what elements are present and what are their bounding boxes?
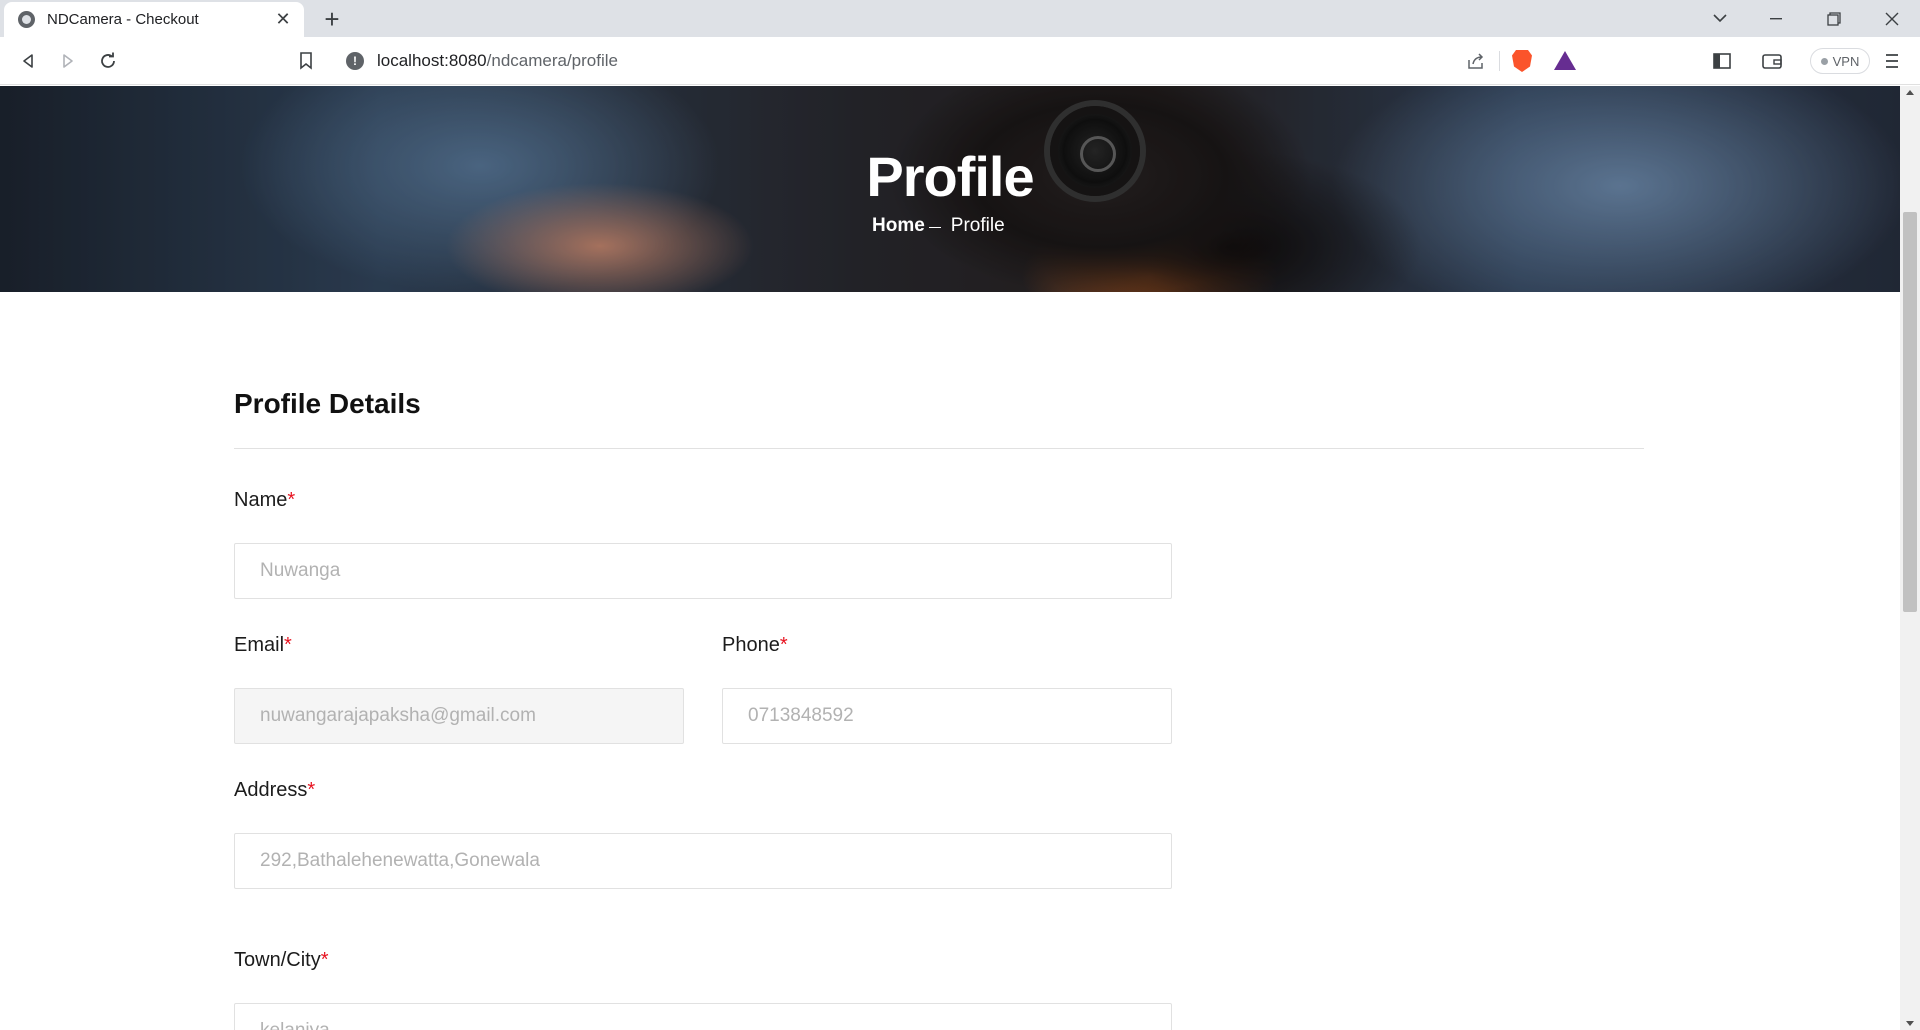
breadcrumb-separator: [928, 226, 941, 228]
required-marker: *: [284, 634, 292, 656]
name-label: Name*: [234, 489, 296, 511]
tab-search-icon[interactable]: [1692, 0, 1748, 37]
required-marker: *: [320, 949, 329, 971]
hero-banner: Profile Home Profile: [0, 86, 1900, 292]
address-label: Address*: [234, 779, 316, 801]
browser-tab-bar: NDCamera - Checkout ✕ +: [0, 0, 1920, 37]
phone-input[interactable]: [722, 688, 1172, 744]
vpn-label: VPN: [1832, 53, 1860, 69]
breadcrumb: Home Profile: [872, 215, 1005, 237]
new-tab-button[interactable]: +: [318, 5, 346, 33]
town-input[interactable]: [234, 1003, 1172, 1030]
site-info-icon[interactable]: !: [346, 52, 364, 70]
section-divider: [234, 448, 1644, 449]
tab-title: NDCamera - Checkout: [47, 11, 199, 28]
browser-tab[interactable]: NDCamera - Checkout ✕: [4, 2, 304, 37]
phone-label: Phone*: [722, 634, 788, 656]
vpn-button[interactable]: VPN: [1810, 48, 1870, 74]
toolbar-separator: [1499, 51, 1500, 71]
page-title: Profile: [866, 145, 1034, 208]
brave-rewards-icon[interactable]: [1554, 51, 1576, 70]
address-input[interactable]: [234, 833, 1172, 889]
close-window-button[interactable]: [1864, 0, 1920, 37]
town-label: Town/City*: [234, 949, 329, 971]
page-viewport: Profile Home Profile Profile Details Nam…: [0, 86, 1900, 1030]
breadcrumb-home-link[interactable]: Home: [872, 215, 925, 237]
share-icon[interactable]: [1466, 51, 1486, 71]
scrollbar-thumb[interactable]: [1903, 212, 1917, 612]
globe-icon: [18, 11, 35, 28]
brave-shields-icon[interactable]: [1512, 50, 1532, 72]
url-text: localhost:8080/ndcamera/profile: [377, 51, 618, 70]
required-marker: *: [779, 634, 788, 656]
breadcrumb-current: Profile: [950, 215, 1005, 236]
bookmark-icon[interactable]: [292, 47, 320, 75]
vpn-status-dot: [1820, 57, 1828, 65]
name-input[interactable]: [234, 543, 1172, 599]
back-button[interactable]: [14, 47, 42, 75]
sidebar-icon[interactable]: [1708, 47, 1736, 75]
email-label: Email*: [234, 634, 292, 656]
address-bar[interactable]: ! localhost:8080/ndcamera/profile: [334, 43, 1586, 79]
page-scrollbar[interactable]: [1900, 86, 1920, 1030]
browser-toolbar: ! localhost:8080/ndcamera/profile VPN: [0, 37, 1920, 85]
scroll-down-arrow-icon[interactable]: [1906, 1021, 1914, 1026]
scroll-up-arrow-icon[interactable]: [1906, 90, 1914, 95]
email-input[interactable]: [234, 688, 684, 744]
section-title: Profile Details: [234, 388, 421, 419]
menu-icon[interactable]: [1878, 47, 1906, 75]
required-marker: *: [307, 779, 316, 801]
forward-button[interactable]: [54, 47, 82, 75]
wallet-icon[interactable]: [1758, 47, 1786, 75]
reload-button[interactable]: [94, 47, 122, 75]
close-tab-icon[interactable]: ✕: [272, 9, 294, 31]
restore-button[interactable]: [1806, 0, 1862, 37]
required-marker: *: [287, 489, 296, 511]
minimize-button[interactable]: [1748, 0, 1804, 37]
